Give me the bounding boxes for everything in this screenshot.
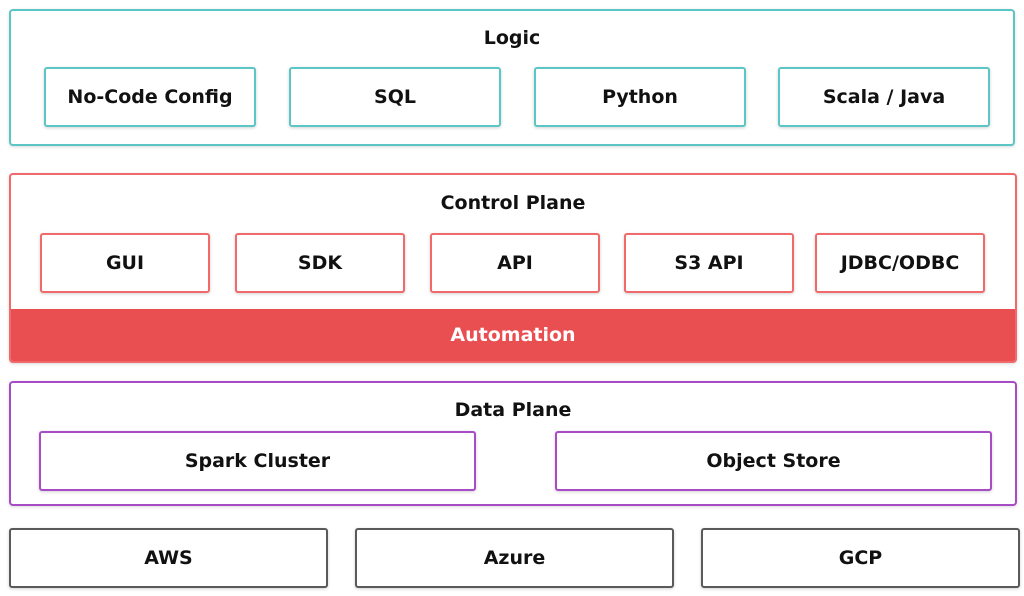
data-object-store: Object Store (555, 431, 992, 491)
cloud-azure: Azure (355, 528, 674, 588)
cloud-gcp: GCP (701, 528, 1020, 588)
control-plane-title: Control Plane (440, 192, 586, 214)
control-jdbc-odbc: JDBC/ODBC (815, 233, 985, 293)
logic-sql: SQL (289, 67, 501, 127)
logic-scala-java: Scala / Java (778, 67, 990, 127)
data-spark-cluster: Spark Cluster (39, 431, 476, 491)
logic-no-code-config: No-Code Config (44, 67, 256, 127)
cloud-aws: AWS (9, 528, 328, 588)
control-sdk: SDK (235, 233, 405, 293)
control-api: API (430, 233, 600, 293)
logic-python: Python (534, 67, 746, 127)
automation-band: Automation (11, 309, 1015, 361)
data-plane-title: Data Plane (454, 399, 572, 421)
control-gui: GUI (40, 233, 210, 293)
logic-title: Logic (483, 27, 541, 49)
control-s3-api: S3 API (624, 233, 794, 293)
